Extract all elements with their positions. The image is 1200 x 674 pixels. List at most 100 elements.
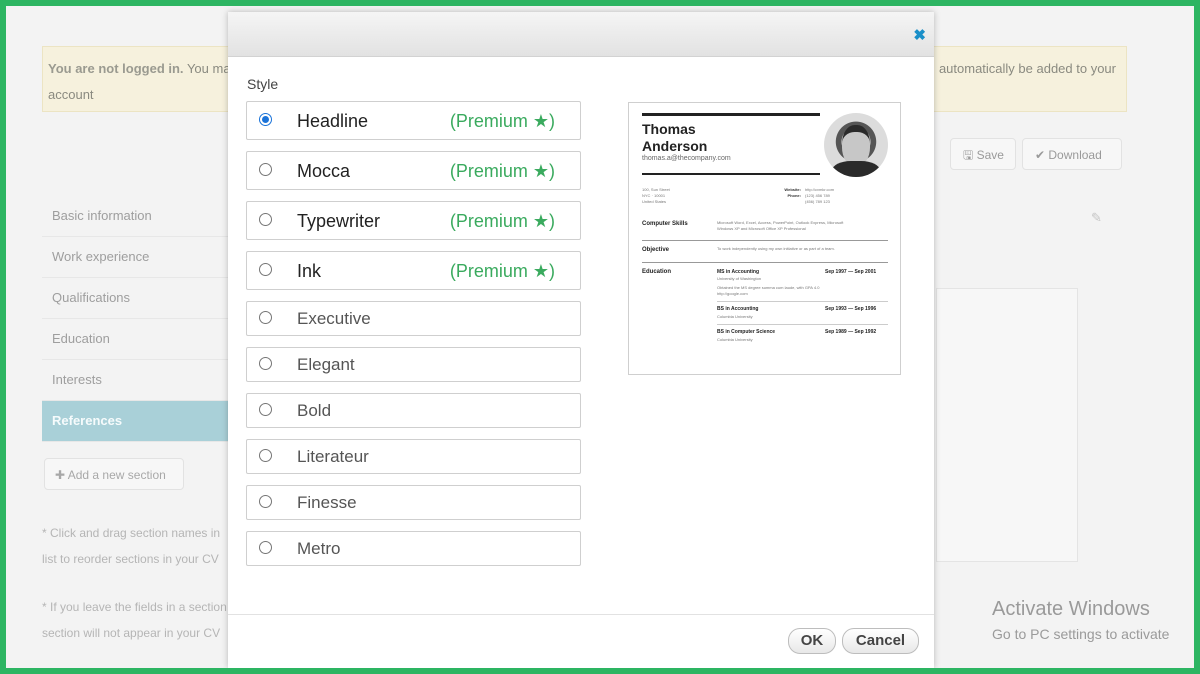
option-label: Elegant	[297, 355, 355, 374]
preview-rule-bottom	[642, 173, 820, 175]
skills-heading: Computer Skills	[642, 221, 688, 227]
style-option-ink[interactable]: Ink (Premium ★)	[246, 251, 581, 290]
save-button[interactable]: 🖫 Save	[950, 138, 1016, 170]
address-line: 100, Sun Street	[642, 187, 670, 192]
website-value: http://cvmkr.com	[805, 187, 835, 192]
objective-heading: Objective	[642, 247, 670, 253]
cancel-button[interactable]: Cancel	[842, 628, 919, 654]
hint-text: * If you leave the fields in a section	[42, 600, 227, 614]
option-label: Headline	[297, 111, 369, 131]
premium-badge: (Premium ★)	[449, 261, 555, 281]
preview-divider	[642, 240, 888, 241]
option-label: Typewriter	[297, 211, 381, 231]
preview-rule-top	[642, 113, 820, 116]
radio-button[interactable]	[259, 311, 272, 324]
objective-text: To work independently using my own initi…	[717, 246, 835, 251]
download-button[interactable]: ✔ Download	[1022, 138, 1122, 170]
pencil-icon[interactable]: ✎	[1091, 210, 1102, 226]
option-label: Executive	[297, 309, 371, 328]
radio-button[interactable]	[259, 113, 272, 126]
preview-name: Thomas Anderson	[642, 121, 707, 155]
sidebar-item-work-experience[interactable]: Work experience	[42, 237, 232, 278]
hint-text: section will not appear in your CV	[42, 626, 221, 640]
section-sidebar: Basic information Work experience Qualif…	[42, 196, 232, 442]
phone-value: (456) 789 123	[805, 199, 830, 204]
address-line: NYC · 10001	[642, 193, 666, 198]
dialog-title: Style	[247, 76, 279, 92]
cv-preview: Thomas Anderson thomas.a@thecompany.com 1…	[628, 102, 901, 375]
education-heading: Education	[642, 269, 672, 275]
download-label: Download	[1048, 148, 1102, 162]
radio-button[interactable]	[259, 263, 272, 276]
editor-panel	[936, 288, 1078, 562]
radio-button[interactable]	[259, 449, 272, 462]
style-option-executive[interactable]: Executive	[246, 301, 581, 336]
preview-first-name: Thomas	[642, 121, 696, 137]
style-option-metro[interactable]: Metro	[246, 531, 581, 566]
ok-button[interactable]: OK	[788, 628, 836, 654]
radio-button[interactable]	[259, 357, 272, 370]
style-options: Headline (Premium ★) Mocca (Premium ★) Typ…	[246, 101, 581, 577]
style-option-literateur[interactable]: Literateur	[246, 439, 581, 474]
close-icon[interactable]: ✖	[913, 26, 926, 44]
preview-contact-labels: Website: Phone:	[751, 187, 801, 199]
radio-button[interactable]	[259, 541, 272, 554]
notice-text-right: automatically be added to your	[938, 61, 1116, 76]
skills-line: Microsoft Word, Excel, Access, PowerPoin…	[717, 220, 844, 225]
hint-text: * Click and drag section names in	[42, 526, 221, 540]
degree-notes: Obtained the MS degree summa cum laude, …	[717, 285, 819, 297]
preview-divider	[717, 301, 888, 302]
option-label: Ink	[297, 261, 322, 281]
radio-button[interactable]	[259, 495, 272, 508]
style-option-mocca[interactable]: Mocca (Premium ★)	[246, 151, 581, 190]
degree-dates: Sep 1989 — Sep 1992	[825, 329, 877, 335]
add-section-button[interactable]: ✚ Add a new section	[44, 458, 184, 490]
radio-button[interactable]	[259, 213, 272, 226]
style-option-bold[interactable]: Bold	[246, 393, 581, 428]
notice-bold: You are not logged in.	[48, 61, 184, 76]
preview-contact-values: http://cvmkr.com (123) 456 789 (456) 789 1…	[805, 187, 834, 205]
skills-line: Windows XP and Microsoft Office XP Profe…	[717, 226, 806, 231]
preview-last-name: Anderson	[642, 138, 708, 154]
degree-school: Columbia University	[717, 314, 753, 319]
degree-dates: Sep 1997 — Sep 2001	[825, 269, 877, 275]
degree-title: MS in Accounting	[717, 269, 760, 275]
degree-note: Obtained the MS degree summa cum laude, …	[717, 285, 820, 290]
style-option-elegant[interactable]: Elegant	[246, 347, 581, 382]
dialog-footer-divider	[228, 614, 934, 615]
premium-badge: (Premium ★)	[449, 111, 555, 131]
activate-windows-subtitle: Go to PC settings to activate	[992, 626, 1170, 642]
preview-address: 100, Sun Street NYC · 10001 United States	[642, 187, 670, 205]
profile-photo	[824, 113, 888, 177]
notice-text-line2: account	[48, 87, 94, 102]
style-dialog: ✖ Style Headline (Premium ★) Mocca (Premiu…	[228, 12, 934, 668]
degree-title: BS in Accounting	[717, 306, 759, 312]
sidebar-item-education[interactable]: Education	[42, 319, 232, 360]
degree-dates: Sep 1993 — Sep 1996	[825, 306, 877, 312]
phone-label: Phone:	[787, 193, 801, 198]
preview-divider	[642, 262, 888, 263]
preview-email: thomas.a@thecompany.com	[642, 155, 731, 162]
degree-school: University of Washington	[717, 276, 762, 281]
premium-badge: (Premium ★)	[449, 211, 555, 231]
website-label: Website:	[784, 187, 801, 192]
hint-text: list to reorder sections in your CV	[42, 552, 219, 566]
premium-badge: (Premium ★)	[449, 161, 555, 181]
option-label: Bold	[297, 401, 332, 420]
add-section-label: Add a new section	[67, 468, 166, 482]
screenshot-frame: You are not logged in. You may automatic…	[0, 0, 1200, 674]
option-label: Finesse	[297, 493, 357, 512]
activate-windows-title: Activate Windows	[992, 598, 1150, 620]
style-option-headline[interactable]: Headline (Premium ★)	[246, 101, 581, 140]
sidebar-item-basic-information[interactable]: Basic information	[42, 196, 232, 237]
radio-button[interactable]	[259, 163, 272, 176]
sidebar-item-interests[interactable]: Interests	[42, 360, 232, 401]
degree-link: http://google.com	[717, 291, 748, 296]
sidebar-item-references[interactable]: References	[42, 401, 232, 442]
radio-button[interactable]	[259, 403, 272, 416]
style-option-typewriter[interactable]: Typewriter (Premium ★)	[246, 201, 581, 240]
sidebar-item-qualifications[interactable]: Qualifications	[42, 278, 232, 319]
style-option-finesse[interactable]: Finesse	[246, 485, 581, 520]
skills-text: Microsoft Word, Excel, Access, PowerPoin…	[717, 220, 843, 232]
degree-title: BS in Computer Science	[717, 329, 776, 335]
